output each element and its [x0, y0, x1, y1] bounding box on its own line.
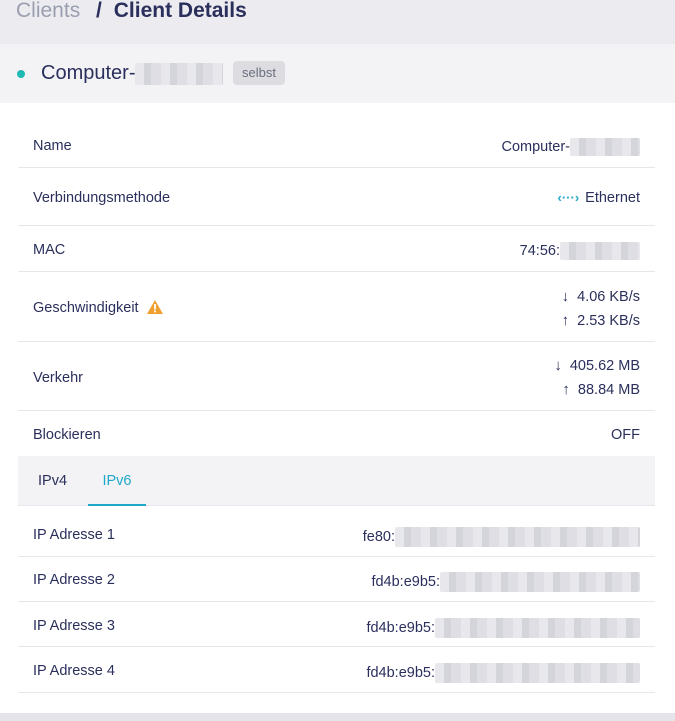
block-label: Blockieren — [33, 427, 101, 443]
speed-upload: ↑ 2.53 KB/s — [562, 312, 640, 329]
redacted-ip — [435, 663, 640, 683]
traffic-upload: ↑ 88.84 MB — [562, 381, 640, 398]
connection-value: ‹···› Ethernet — [558, 190, 640, 206]
page-footer-strip — [0, 713, 675, 721]
name-label: Name — [33, 138, 72, 154]
traffic-upload-value: 88.84 MB — [577, 382, 640, 398]
redacted-ip — [435, 618, 640, 638]
client-header: Computer- selbst — [0, 44, 675, 103]
ip-value: fd4b:e9b5: — [366, 663, 640, 683]
speed-download-value: 4.06 KB/s — [577, 289, 640, 305]
traffic-label: Verkehr — [33, 370, 83, 386]
traffic-download-value: 405.62 MB — [569, 358, 640, 374]
ip-row: IP Adresse 2 fd4b:e9b5: — [18, 557, 655, 602]
redacted-ip — [395, 527, 640, 547]
ip-row: IP Adresse 3 fd4b:e9b5: — [18, 602, 655, 647]
mac-label: MAC — [33, 242, 66, 258]
client-name-heading: Computer- — [41, 62, 224, 85]
ip-value: fe80: — [363, 527, 640, 547]
mac-value-text: 74:56: — [519, 242, 560, 259]
speed-upload-value: 2.53 KB/s — [577, 313, 640, 329]
redacted-mac — [560, 242, 640, 260]
arrow-up-icon: ↑ — [561, 312, 570, 329]
breadcrumb-clients-link[interactable]: Clients — [16, 0, 80, 22]
name-value-text: Computer- — [501, 138, 571, 155]
tab-ipv4[interactable]: IPv4 — [36, 456, 69, 505]
speed-download: ↓ 4.06 KB/s — [562, 288, 640, 305]
breadcrumb: Clients / Client Details — [16, 0, 247, 24]
detail-row-connection: Verbindungsmethode ‹···› Ethernet — [18, 168, 655, 226]
redacted-name — [135, 62, 224, 85]
ip-row: IP Adresse 1 fe80: — [18, 506, 655, 557]
speed-label-text: Geschwindigkeit — [33, 300, 139, 316]
ip-value: fd4b:e9b5: — [366, 618, 640, 638]
ip-label: IP Adresse 3 — [33, 618, 115, 634]
mac-value: 74:56: — [520, 242, 640, 260]
arrow-down-icon: ↓ — [554, 357, 562, 374]
detail-row-mac: MAC 74:56: — [18, 226, 655, 272]
speed-label: Geschwindigkeit — [33, 300, 163, 318]
ethernet-icon: ‹···› — [557, 190, 580, 205]
redacted-ip — [440, 572, 640, 592]
client-name-text: Computer- — [41, 62, 136, 84]
self-badge: selbst — [233, 61, 285, 85]
ip-value-text: fe80: — [362, 528, 395, 545]
ip-value-text: fd4b:e9b5: — [366, 664, 435, 681]
detail-row-block: Blockieren OFF — [18, 411, 655, 456]
ip-label: IP Adresse 2 — [33, 572, 115, 588]
page-title: Client Details — [113, 0, 247, 22]
connection-label: Verbindungsmethode — [33, 190, 171, 206]
ip-value: fd4b:e9b5: — [371, 572, 640, 592]
ip-row: IP Adresse 4 fd4b:e9b5: — [18, 647, 655, 693]
tab-ipv6[interactable]: IPv6 — [88, 456, 146, 506]
ip-label: IP Adresse 4 — [33, 663, 115, 679]
detail-row-traffic: Verkehr ↓ 405.62 MB ↑ 88.84 MB — [18, 342, 655, 411]
connection-value-text: Ethernet — [585, 190, 640, 206]
name-value: Computer- — [501, 138, 640, 156]
breadcrumb-separator: / — [96, 0, 102, 22]
detail-row-name: Name Computer- — [18, 125, 655, 168]
warning-icon[interactable] — [146, 300, 163, 318]
arrow-down-icon: ↓ — [561, 288, 570, 305]
online-status-dot — [17, 70, 25, 78]
ip-label: IP Adresse 1 — [33, 527, 115, 543]
ip-version-tabs: IPv4 IPv6 — [18, 456, 655, 506]
ip-value-text: fd4b:e9b5: — [366, 619, 435, 636]
detail-row-speed: Geschwindigkeit ↓ 4.06 KB/s ↑ 2.53 KB/s — [18, 272, 655, 342]
redacted-name-value — [570, 138, 640, 156]
arrow-up-icon: ↑ — [562, 381, 570, 398]
ip-value-text: fd4b:e9b5: — [371, 573, 440, 590]
block-status[interactable]: OFF — [611, 427, 640, 443]
traffic-download: ↓ 405.62 MB — [554, 357, 640, 374]
